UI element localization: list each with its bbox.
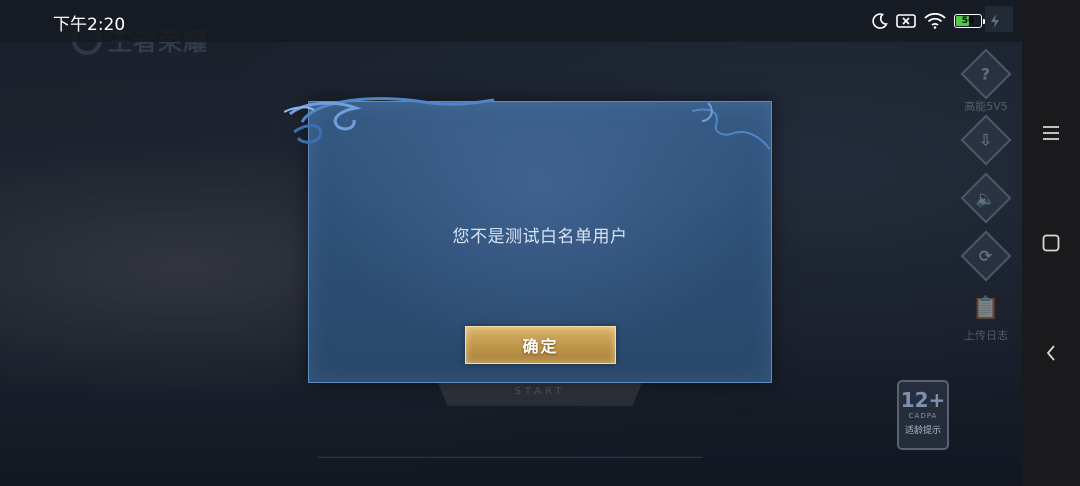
- back-button[interactable]: [1038, 340, 1064, 366]
- dialog-swirl-right-ornament: [691, 102, 771, 150]
- battery-level: 56: [961, 16, 975, 26]
- wifi-icon: [924, 13, 946, 29]
- status-corner-box: [985, 6, 1013, 32]
- menu-icon: [1043, 126, 1059, 140]
- dialog-message: 您不是测试白名单用户: [452, 227, 628, 247]
- battery-fill: 56: [956, 16, 974, 26]
- status-icons: 56: [872, 10, 1000, 32]
- battery-icon: 56: [954, 14, 985, 28]
- signal-off-icon: [896, 14, 916, 28]
- status-time: 下午2:20: [53, 15, 126, 35]
- back-chevron-icon: [1046, 345, 1055, 361]
- menu-button[interactable]: [1038, 120, 1064, 146]
- confirm-button[interactable]: 确定: [465, 326, 616, 364]
- moon-icon: [872, 13, 888, 29]
- system-navigation-bar: [1022, 0, 1080, 486]
- status-bar: 下午2:20 56: [0, 0, 1022, 42]
- home-square-icon: [1042, 234, 1060, 252]
- home-button[interactable]: [1038, 230, 1064, 256]
- dialog-swirl-ornament: [284, 97, 495, 144]
